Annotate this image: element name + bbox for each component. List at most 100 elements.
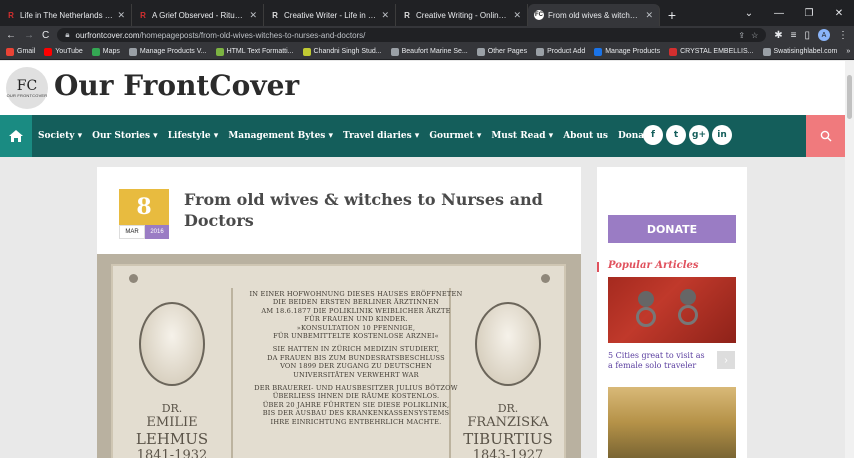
social-links: f t g+ in bbox=[643, 125, 732, 145]
nav-item[interactable]: Management Bytes ▾ bbox=[228, 131, 333, 141]
plaque-bolt bbox=[541, 274, 550, 283]
bookmark-label: Chandni Singh Stud... bbox=[313, 48, 382, 55]
extensions-icon[interactable]: ✱ bbox=[774, 30, 782, 41]
browser-tab[interactable]: FC From old wives & witches to Nurs ✕ bbox=[528, 4, 660, 26]
plaque-bolt bbox=[129, 274, 138, 283]
popular-articles-heading: Popular Articles bbox=[608, 260, 699, 271]
bookmark-star-icon[interactable]: ☆ bbox=[751, 31, 758, 40]
bookmark-item[interactable]: Beaufort Marine Se... bbox=[390, 47, 468, 56]
minimize-button[interactable]: — bbox=[764, 8, 794, 19]
bookmark-item[interactable]: Gmail bbox=[6, 47, 36, 56]
bookmark-item[interactable]: Other Pages bbox=[476, 47, 528, 56]
bookmark-label: Other Pages bbox=[487, 48, 528, 55]
tab-favicon: R bbox=[8, 10, 14, 20]
browser-tab[interactable]: R Life in The Netherlands - Rituparna ✕ bbox=[0, 4, 132, 26]
bookmark-icon bbox=[215, 47, 224, 56]
reload-icon[interactable]: C bbox=[42, 30, 49, 41]
bookmark-item[interactable]: Swatisinghlabel.com bbox=[762, 47, 838, 56]
tab-close-icon[interactable]: ✕ bbox=[117, 10, 125, 21]
tab-title: A Grief Observed - Rituparna Roy bbox=[152, 10, 245, 20]
facebook-icon[interactable]: f bbox=[643, 125, 663, 145]
browser-tab[interactable]: R Creative Writing - Online Articles ✕ bbox=[396, 4, 528, 26]
bookmark-item[interactable]: Manage Products bbox=[594, 47, 660, 56]
menu-kebab-icon[interactable]: ⋮ bbox=[838, 30, 848, 41]
tab-close-icon[interactable]: ✕ bbox=[645, 10, 653, 21]
bookmark-label: CRYSTAL EMBELLIS... bbox=[680, 48, 754, 55]
home-button[interactable] bbox=[0, 115, 32, 157]
main-nav: Society ▾ Our Stories ▾ Lifestyle ▾ Managem… bbox=[0, 115, 845, 157]
page-scrollbar[interactable] bbox=[845, 61, 854, 458]
bookmark-item[interactable]: CRYSTAL EMBELLIS... bbox=[669, 47, 754, 56]
next-arrow-button[interactable]: › bbox=[717, 351, 735, 369]
bookmark-item[interactable]: YouTube bbox=[44, 47, 83, 56]
more-bookmarks[interactable]: » bbox=[846, 48, 850, 55]
site-name[interactable]: Our FrontCover bbox=[54, 69, 299, 102]
tab-close-icon[interactable]: ✕ bbox=[513, 10, 521, 21]
plaque-line: SIE HATTEN IN ZÜRICH MEDIZIN STUDIERT, bbox=[272, 345, 440, 354]
browser-tab[interactable]: R Creative Writer - Life in Netherlands✕ bbox=[264, 4, 396, 26]
tab-close-icon[interactable]: ✕ bbox=[381, 10, 389, 21]
bookmark-item[interactable]: HTML Text Formatti... bbox=[215, 47, 294, 56]
article-image: IN EINER HOFWOHNUNG DIESES HAUSES ERÖFFN… bbox=[97, 254, 581, 458]
bookmark-label: Swatisinghlabel.com bbox=[773, 48, 838, 55]
nav-item[interactable]: Travel diaries ▾ bbox=[343, 131, 419, 141]
bookmark-icon bbox=[390, 47, 399, 56]
tab-close-icon[interactable]: ✕ bbox=[249, 10, 257, 21]
nav-item[interactable]: Must Read ▾ bbox=[491, 131, 553, 141]
url-field[interactable]: 🔒︎ ourfrontcover.com/homepageposts/from-… bbox=[57, 28, 767, 42]
search-icon bbox=[820, 130, 831, 142]
plaque-line: FÜR FRAUEN UND KINDER. bbox=[304, 315, 408, 324]
bookmark-item[interactable]: Chandni Singh Stud... bbox=[302, 47, 382, 56]
plaque-line: AM 18.6.1877 DIE POLIKLINIK WEIBLICHER Ä… bbox=[261, 306, 451, 315]
popular-marker bbox=[597, 262, 599, 272]
site-logo[interactable]: FC OUR FRONTCOVER bbox=[6, 67, 48, 109]
twitter-icon[interactable]: t bbox=[666, 125, 686, 145]
popular-article-image[interactable] bbox=[608, 277, 736, 343]
nav-item[interactable]: Gourmet ▾ bbox=[429, 131, 481, 141]
tab-favicon: R bbox=[272, 10, 278, 20]
door-ring bbox=[678, 305, 698, 325]
nav-item[interactable]: Lifestyle ▾ bbox=[168, 131, 219, 141]
bookmark-item[interactable]: Maps bbox=[91, 47, 120, 56]
nav-item[interactable]: About us bbox=[563, 131, 608, 141]
bookmark-item[interactable]: Product Add bbox=[536, 47, 586, 56]
home-icon bbox=[9, 130, 23, 142]
portrait-right bbox=[475, 302, 541, 386]
profile-avatar[interactable]: A bbox=[818, 29, 830, 41]
bookmark-label: Product Add bbox=[547, 48, 586, 55]
linkedin-icon[interactable]: in bbox=[712, 125, 732, 145]
plaque-line: »KONSULTATION 10 PFENNIGE, bbox=[296, 323, 416, 332]
google-plus-icon[interactable]: g+ bbox=[689, 125, 709, 145]
window-controls: ⌄ — ❐ ✕ bbox=[734, 0, 854, 26]
tab-title: Life in The Netherlands - Rituparna bbox=[20, 10, 113, 20]
tab-list: R Life in The Netherlands - Rituparna ✕ R A … bbox=[0, 0, 660, 26]
share-icon[interactable]: ⇪ bbox=[738, 31, 745, 40]
tab-search-icon[interactable]: ⌄ bbox=[734, 8, 764, 19]
maximize-button[interactable]: ❐ bbox=[794, 8, 824, 19]
new-tab-button[interactable]: + bbox=[660, 4, 684, 26]
portrait-left bbox=[139, 302, 205, 386]
close-window-button[interactable]: ✕ bbox=[824, 8, 854, 19]
plaque-line: FÜR UNBEMITTELTE KOSTENLOSE ARZNEI« bbox=[273, 332, 439, 341]
donate-button[interactable]: DONATE bbox=[608, 215, 736, 243]
forward-icon[interactable]: → bbox=[24, 30, 34, 41]
search-button[interactable] bbox=[806, 115, 845, 157]
popular-article-image-2[interactable] bbox=[608, 387, 736, 458]
bookmark-icon bbox=[44, 47, 53, 56]
reading-list-icon[interactable]: ≡ bbox=[791, 30, 797, 41]
nav-item[interactable]: Society ▾ bbox=[38, 131, 82, 141]
door-ring bbox=[636, 307, 656, 327]
bookmark-item[interactable]: Manage Products V... bbox=[128, 47, 207, 56]
popular-article-link[interactable]: 5 Cities great to visit as a female solo… bbox=[608, 351, 708, 371]
scrollbar-thumb[interactable] bbox=[847, 75, 852, 119]
bookmarks-bar: Gmail YouTube Maps Manage Products V... HTML… bbox=[0, 44, 854, 60]
back-icon[interactable]: ← bbox=[6, 30, 16, 41]
nav-item[interactable]: Our Stories ▾ bbox=[92, 131, 158, 141]
side-panel-icon[interactable]: ▯ bbox=[804, 30, 810, 41]
bookmark-label: Gmail bbox=[17, 48, 36, 55]
plaque-line: ÜBERLIESS IHNEN DIE RÄUME KOSTENLOS. bbox=[272, 392, 440, 401]
post-day: 8 bbox=[119, 189, 169, 225]
plaque-line: DIE BEIDEN ERSTEN BERLINER ÄRZTINNEN bbox=[272, 298, 440, 307]
web-page: FC OUR FRONTCOVER Our FrontCover Society… bbox=[0, 61, 845, 458]
browser-tab[interactable]: R A Grief Observed - Rituparna Roy ✕ bbox=[132, 4, 264, 26]
